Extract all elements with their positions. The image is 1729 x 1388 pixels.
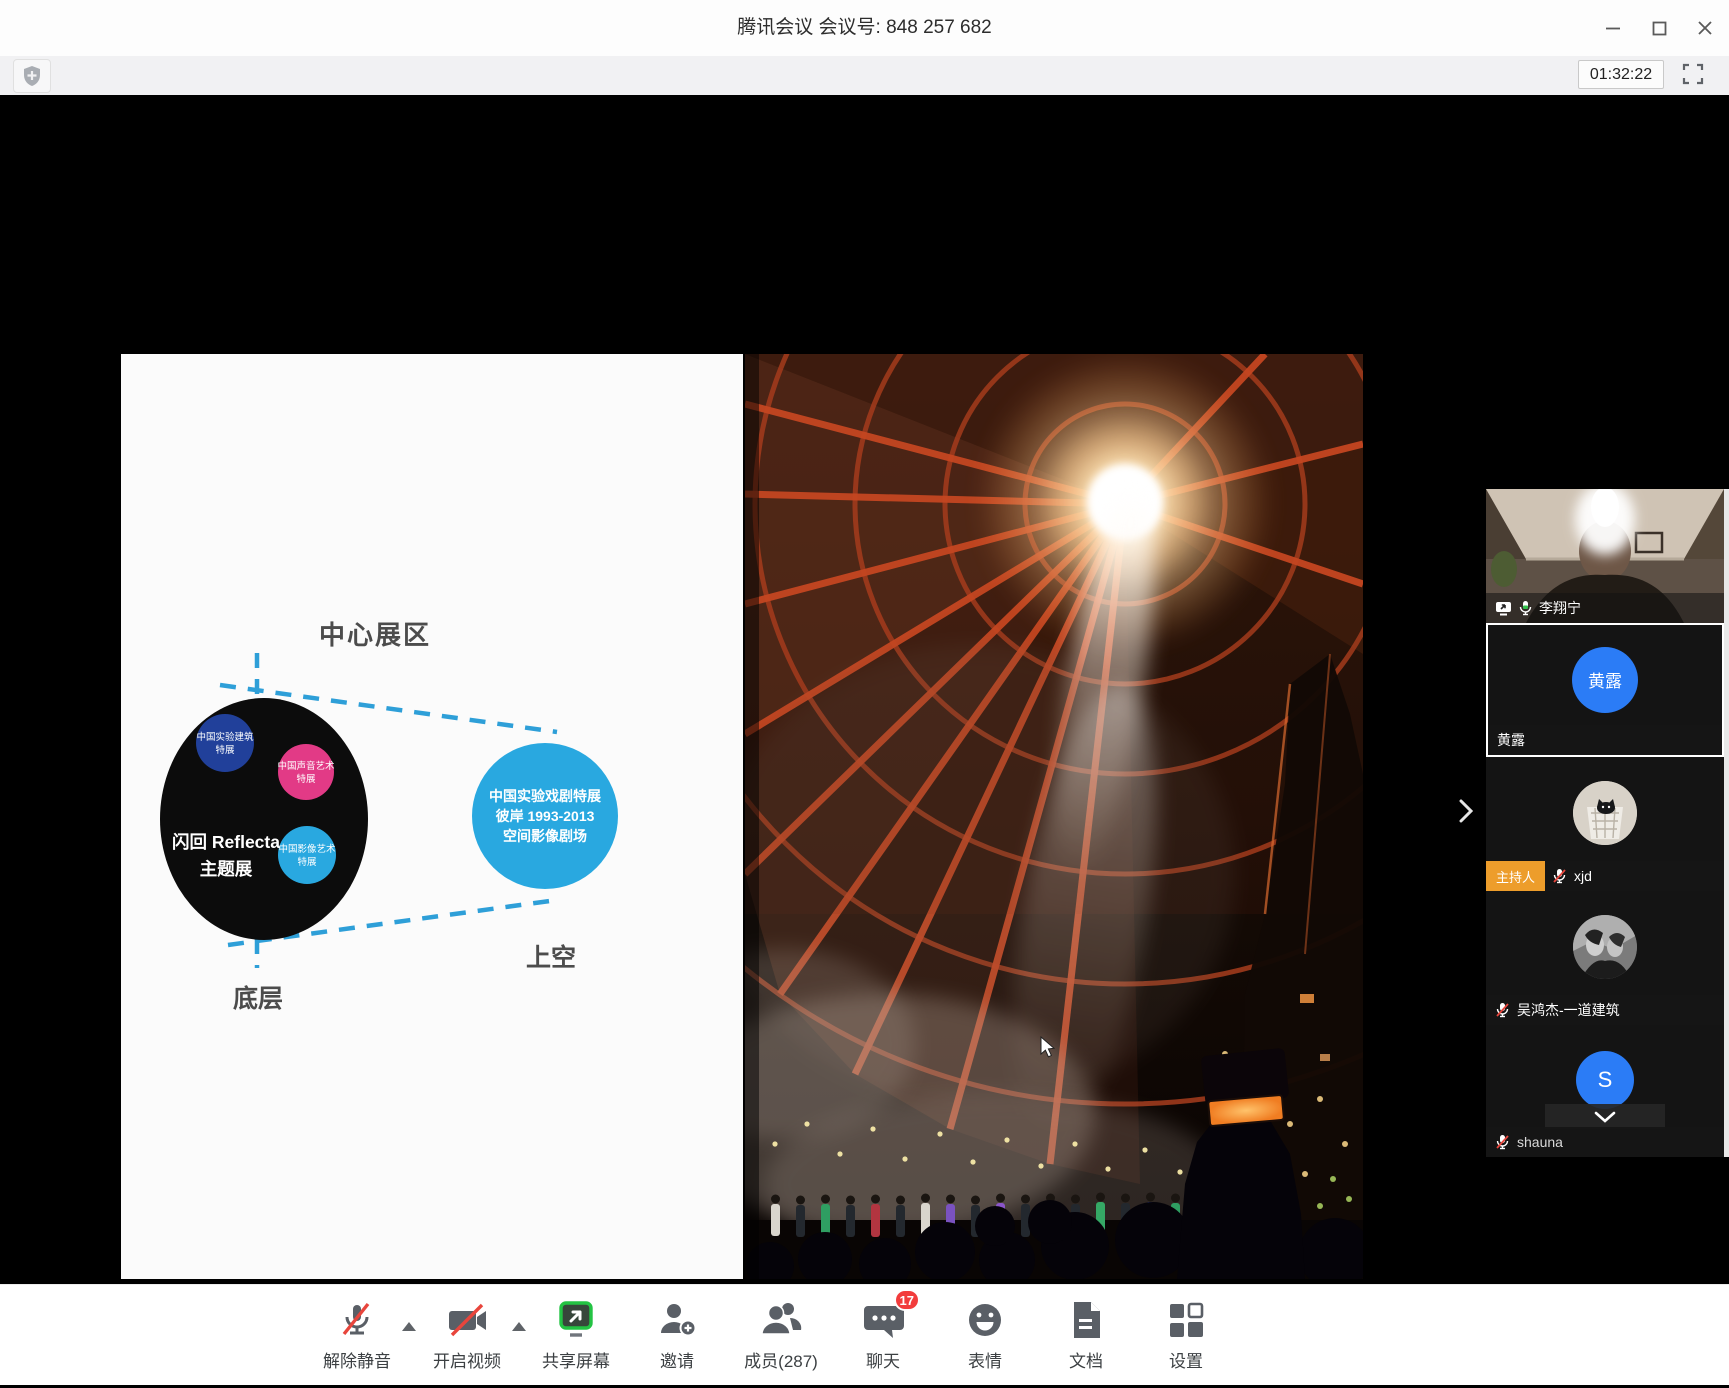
unmute-label: 解除静音	[323, 1347, 391, 1372]
presentation-slide: 中心展区 中国实验建筑 特展 中国声音艺术 特展 中国影像艺术 特展 闪回 Re…	[121, 354, 743, 1279]
mic-muted-icon	[337, 1300, 377, 1340]
members-icon	[759, 1300, 803, 1340]
unmute-button[interactable]: 解除静音	[315, 1297, 399, 1377]
settings-label: 设置	[1169, 1347, 1203, 1372]
sky-label: 上空	[526, 943, 576, 972]
participant-tile-wuhongjie[interactable]: 吴鸿杰-一道建筑	[1486, 891, 1724, 1025]
participant-name: shauna	[1517, 1134, 1563, 1150]
sound-label-2: 特展	[296, 773, 316, 785]
meeting-toolbar: 解除静音 开启视频 共享屏幕	[0, 1284, 1729, 1386]
meeting-security-button[interactable]	[13, 59, 51, 93]
fullscreen-button[interactable]	[1678, 60, 1708, 87]
chevron-down-icon	[1594, 1111, 1616, 1123]
emoji-button[interactable]: 表情	[943, 1297, 1027, 1377]
theatre-label-3: 空间影像剧场	[503, 828, 587, 844]
camera-off-icon	[444, 1300, 490, 1340]
video-art-circle	[278, 826, 336, 884]
participant-tile-xjd[interactable]: 主持人 xjd	[1486, 757, 1724, 891]
members-label: 成员(287)	[744, 1347, 818, 1372]
floor-label: 底层	[233, 984, 283, 1013]
participant-list-scrollbar[interactable]	[1724, 489, 1729, 1157]
close-icon	[1697, 20, 1713, 36]
reflecta-label-1: 闪回 Reflecta	[172, 832, 280, 852]
window-title: 腾讯会议 会议号: 848 257 682	[0, 0, 1729, 56]
sound-art-circle	[278, 744, 334, 800]
document-icon	[1067, 1299, 1105, 1341]
invite-label: 邀请	[660, 1347, 694, 1372]
participant-tile-lixiangning[interactable]: 李翔宁	[1486, 489, 1724, 623]
architecture-circle	[196, 714, 254, 772]
participant-tile-shauna[interactable]: S shauna	[1486, 1025, 1724, 1157]
settings-icon	[1166, 1300, 1206, 1340]
participant-tile-huanglu[interactable]: 黄露 黄露	[1486, 623, 1724, 757]
sidebar-collapse-button[interactable]	[1455, 795, 1477, 827]
minimize-button[interactable]	[1598, 14, 1628, 42]
dome-concert-illustration	[745, 354, 1363, 1279]
settings-button[interactable]: 设置	[1144, 1297, 1228, 1377]
stage-photo	[745, 354, 1363, 1279]
meeting-timer: 01:32:22	[1578, 60, 1664, 89]
avatar-text: S	[1598, 1067, 1613, 1093]
shared-screen-area: 中心展区 中国实验建筑 特展 中国声音艺术 特展 中国影像艺术 特展 闪回 Re…	[0, 95, 1729, 1284]
maximize-icon	[1652, 21, 1667, 36]
mic-muted-icon	[1495, 1134, 1510, 1150]
participant-name: xjd	[1574, 868, 1592, 884]
slide-title: 中心展区	[319, 620, 431, 650]
mic-muted-icon	[1552, 868, 1567, 884]
avatar: 黄露	[1572, 647, 1638, 713]
sound-label-1: 中国声音艺术	[277, 760, 335, 772]
collapse-participant-list-button[interactable]	[1545, 1104, 1665, 1129]
invite-button[interactable]: 邀请	[635, 1297, 719, 1377]
maximize-button[interactable]	[1644, 14, 1674, 42]
documents-button[interactable]: 文档	[1044, 1297, 1128, 1377]
start-video-label: 开启视频	[433, 1347, 501, 1372]
chevron-right-icon	[1459, 798, 1473, 824]
chat-unread-badge: 17	[894, 1289, 920, 1311]
invite-icon	[656, 1300, 698, 1340]
camera-screen	[1208, 1095, 1284, 1126]
emoji-icon	[965, 1300, 1005, 1340]
participant-name: 吴鸿杰-一道建筑	[1517, 1000, 1620, 1020]
screen-share-icon	[554, 1299, 598, 1341]
mic-muted-icon	[1495, 1002, 1510, 1018]
shield-plus-icon	[22, 65, 42, 87]
reflecta-label-2: 主题展	[200, 859, 253, 879]
theatre-label-2: 彼岸 1993-2013	[496, 808, 595, 824]
avatar-text: 黄露	[1588, 667, 1622, 692]
chat-button[interactable]: 17 聊天	[841, 1297, 925, 1377]
minimize-icon	[1605, 20, 1621, 36]
architecture-label-1: 中国实验建筑	[196, 731, 254, 743]
host-badge: 主持人	[1486, 861, 1545, 891]
status-bar: 01:32:22	[0, 56, 1729, 96]
documents-label: 文档	[1069, 1347, 1103, 1372]
tencent-meeting-window: 腾讯会议 会议号: 848 257 682 01:32:22	[0, 0, 1729, 1388]
share-screen-label: 共享屏幕	[542, 1347, 610, 1372]
fullscreen-icon	[1682, 63, 1704, 85]
avatar: S	[1576, 1051, 1634, 1109]
participant-name: 黄露	[1497, 730, 1525, 750]
theme-exhibition-circle	[160, 698, 368, 940]
architecture-label-2: 特展	[215, 744, 235, 756]
chat-label: 聊天	[866, 1347, 900, 1372]
video-label-2: 特展	[297, 856, 317, 868]
theatre-label-1: 中国实验戏剧特展	[489, 788, 601, 804]
video-label-1: 中国影像艺术	[278, 843, 336, 855]
screen-share-mini-icon	[1495, 601, 1512, 616]
share-screen-button[interactable]: 共享屏幕	[534, 1297, 618, 1377]
close-button[interactable]	[1690, 14, 1720, 42]
avatar-bw-photo	[1573, 915, 1637, 979]
members-button[interactable]: 成员(287)	[731, 1297, 831, 1377]
participant-name: 李翔宁	[1539, 598, 1581, 618]
avatar-cat-photo	[1573, 781, 1637, 845]
mic-active-icon	[1519, 600, 1532, 616]
start-video-button[interactable]: 开启视频	[425, 1297, 509, 1377]
video-options-caret[interactable]	[508, 1315, 530, 1337]
emoji-label: 表情	[968, 1347, 1002, 1372]
mic-options-caret[interactable]	[398, 1315, 420, 1337]
caret-up-icon	[402, 1322, 416, 1331]
title-bar: 腾讯会议 会议号: 848 257 682	[0, 0, 1729, 57]
exhibition-diagram: 中心展区 中国实验建筑 特展 中国声音艺术 特展 中国影像艺术 特展 闪回 Re…	[121, 354, 743, 1279]
caret-up-icon	[512, 1322, 526, 1331]
